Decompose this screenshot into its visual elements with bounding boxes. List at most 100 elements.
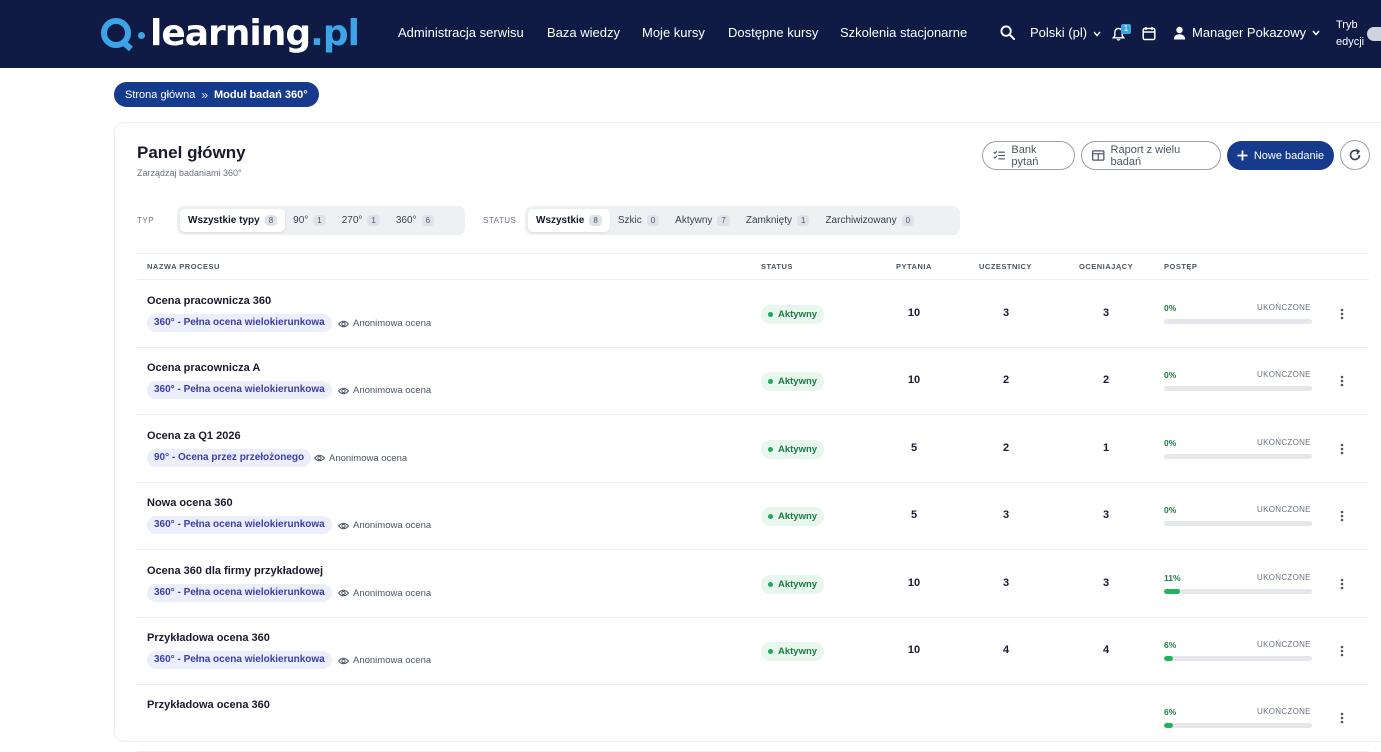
status-filter-draft[interactable]: Szkic 0 bbox=[610, 209, 667, 232]
progress-bar bbox=[1164, 656, 1312, 661]
nav-item-szkolenia[interactable]: Szkolenia stacjonarne bbox=[840, 25, 967, 40]
type-filter-all[interactable]: Wszystkie typy 8 bbox=[180, 209, 286, 232]
participants-count: 4 bbox=[1002, 644, 1010, 656]
count-badge: 7 bbox=[717, 215, 730, 226]
column-header-status[interactable]: STATUS bbox=[761, 262, 793, 271]
progress-done-label: UKOŃCZONE bbox=[1257, 370, 1311, 380]
eye-icon bbox=[338, 589, 349, 597]
column-header-questions[interactable]: PYTANIA bbox=[896, 262, 932, 271]
status-filter-archived[interactable]: Zarchiwizowany 0 bbox=[817, 209, 922, 232]
status-dot bbox=[768, 514, 773, 520]
row-actions-kebab-icon[interactable] bbox=[1334, 508, 1350, 524]
breadcrumb-home[interactable]: Strona główna bbox=[125, 89, 195, 101]
process-name[interactable]: Ocena pracownicza 360 bbox=[147, 295, 271, 307]
raters-count: 1 bbox=[1102, 441, 1110, 454]
status-filter-all[interactable]: Wszystkie 8 bbox=[528, 209, 610, 232]
anonymous-label: Anonimowa ocena bbox=[353, 520, 432, 532]
language-select[interactable]: Polski (pl) bbox=[1030, 25, 1101, 40]
type-filter-90[interactable]: 90° 1 bbox=[285, 209, 334, 232]
table-row[interactable]: Nowa ocena 360 360° - Pełna ocena wieloki… bbox=[137, 483, 1369, 551]
multi-report-button[interactable]: Raport z wielu badań bbox=[1081, 141, 1221, 170]
calendar-icon[interactable] bbox=[1142, 26, 1156, 46]
user-icon bbox=[1173, 26, 1186, 39]
raters-count: 2 bbox=[1102, 374, 1110, 387]
process-name[interactable]: Nowa ocena 360 bbox=[147, 497, 233, 509]
anonymous-indicator: Anonimowa ocena bbox=[338, 520, 431, 531]
status-badge: Aktywny bbox=[761, 439, 825, 459]
search-icon[interactable] bbox=[1000, 25, 1016, 45]
refresh-button[interactable] bbox=[1340, 140, 1370, 170]
raters-count: 3 bbox=[1102, 307, 1110, 319]
anonymous-indicator: Anonimowa ocena bbox=[338, 588, 431, 599]
breadcrumb-current: Moduł badań 360° bbox=[214, 88, 308, 101]
eye-icon bbox=[338, 387, 349, 395]
type-filter-270[interactable]: 270° 1 bbox=[334, 209, 388, 232]
status-badge: Aktywny bbox=[761, 507, 825, 527]
row-actions-kebab-icon[interactable] bbox=[1334, 306, 1350, 322]
nav-item-baza-wiedzy[interactable]: Baza wiedzy bbox=[547, 25, 620, 40]
plus-icon bbox=[1237, 150, 1248, 161]
page-subtitle: Zarządzaj badaniami 360° bbox=[137, 168, 242, 178]
table-row[interactable]: Przykładowa ocena 360 6% UKOŃCZONE bbox=[137, 685, 1369, 752]
process-name[interactable]: Ocena za Q1 2026 bbox=[147, 430, 241, 442]
breadcrumb: Strona główna » Moduł badań 360° bbox=[114, 82, 319, 107]
type-filter-360[interactable]: 360° 6 bbox=[388, 209, 442, 232]
double-chevron-right-icon: » bbox=[201, 87, 209, 102]
new-survey-button[interactable]: Nowe badanie bbox=[1227, 141, 1334, 170]
question-bank-label: Bank pytań bbox=[1011, 143, 1039, 168]
column-header-raters[interactable]: OCENIAJĄCY bbox=[1079, 262, 1133, 271]
process-name[interactable]: Ocena pracownicza A bbox=[147, 362, 260, 374]
progress-done-label: UKOŃCZONE bbox=[1257, 303, 1311, 312]
user-menu[interactable]: Manager Pokazowy bbox=[1173, 25, 1320, 40]
survey-type-badge: 360° - Pełna ocena wielokierunkowa bbox=[147, 516, 332, 535]
anonymous-label: Anonimowa ocena bbox=[353, 385, 432, 397]
survey-type-badge: 90° - Ocena przez przełożonego bbox=[147, 448, 312, 467]
column-header-name[interactable]: NAZWA PROCESU bbox=[147, 262, 220, 271]
count-badge: 1 bbox=[313, 215, 326, 226]
status-filter-active[interactable]: Aktywny 7 bbox=[667, 209, 738, 232]
nav-item-moje-kursy[interactable]: Moje kursy bbox=[642, 25, 705, 40]
row-actions-kebab-icon[interactable] bbox=[1334, 441, 1350, 457]
table-row[interactable]: Ocena za Q1 2026 90° - Ocena przez przeło… bbox=[137, 416, 1369, 483]
notification-badge: 1 bbox=[1121, 24, 1131, 34]
participants-count: 2 bbox=[1002, 441, 1010, 454]
column-header-participants[interactable]: UCZESTNICY bbox=[979, 262, 1032, 271]
raters-count: 3 bbox=[1102, 576, 1110, 589]
status-badge: Aktywny bbox=[761, 574, 825, 594]
progress-done-label: UKOŃCZONE bbox=[1257, 572, 1311, 582]
process-name[interactable]: Ocena 360 dla firmy przykładowej bbox=[147, 565, 323, 577]
refresh-icon bbox=[1349, 148, 1361, 161]
chevron-down-icon bbox=[1312, 30, 1320, 36]
type-filter-group: Wszystkie typy 8 90° 1 270° 1 360° 6 bbox=[177, 206, 465, 235]
table-row[interactable]: Przykładowa ocena 360 360° - Pełna ocena … bbox=[137, 618, 1369, 685]
row-actions-kebab-icon[interactable] bbox=[1334, 643, 1350, 659]
progress-percent: 0% bbox=[1164, 303, 1177, 313]
count-badge: 6 bbox=[421, 215, 435, 226]
nav-item-dostepne-kursy[interactable]: Dostępne kursy bbox=[728, 25, 818, 40]
count-badge: 8 bbox=[589, 215, 602, 226]
edit-mode-label: Tryb edycji bbox=[1336, 19, 1365, 48]
count-badge: 1 bbox=[796, 215, 810, 226]
row-actions-kebab-icon[interactable] bbox=[1334, 373, 1350, 389]
eye-icon bbox=[338, 320, 349, 327]
question-bank-button[interactable]: Bank pytań bbox=[982, 141, 1075, 170]
progress-done-label: UKOŃCZONE bbox=[1257, 707, 1311, 717]
table-row[interactable]: Ocena 360 dla firmy przykładowej 360° - P… bbox=[137, 551, 1369, 618]
table-row[interactable]: Ocena pracownicza 360 360° - Pełna ocena … bbox=[137, 281, 1369, 348]
edit-mode-toggle[interactable] bbox=[1367, 27, 1381, 41]
progress-percent: 0% bbox=[1164, 370, 1177, 381]
status-filter-closed[interactable]: Zamknięty 1 bbox=[738, 209, 818, 232]
questions-count: 5 bbox=[910, 441, 918, 454]
columns-icon bbox=[1092, 150, 1105, 161]
nav-item-administracja[interactable]: Administracja serwisu bbox=[398, 25, 524, 40]
process-name[interactable]: Przykładowa ocena 360 bbox=[147, 632, 270, 644]
survey-type-badge: 360° - Pełna ocena wielokierunkowa bbox=[147, 314, 332, 332]
column-header-progress[interactable]: POSTĘP bbox=[1164, 262, 1197, 271]
progress-done-label: UKOŃCZONE bbox=[1257, 437, 1311, 447]
type-filter-label: TYP bbox=[137, 216, 155, 225]
questions-count: 10 bbox=[907, 644, 921, 656]
row-actions-kebab-icon[interactable] bbox=[1334, 576, 1350, 592]
site-logo[interactable]: learning.pl bbox=[101, 10, 360, 56]
table-row[interactable]: Ocena pracownicza A 360° - Pełna ocena wi… bbox=[137, 348, 1369, 416]
process-name[interactable]: Przykładowa ocena 360 bbox=[147, 699, 270, 711]
